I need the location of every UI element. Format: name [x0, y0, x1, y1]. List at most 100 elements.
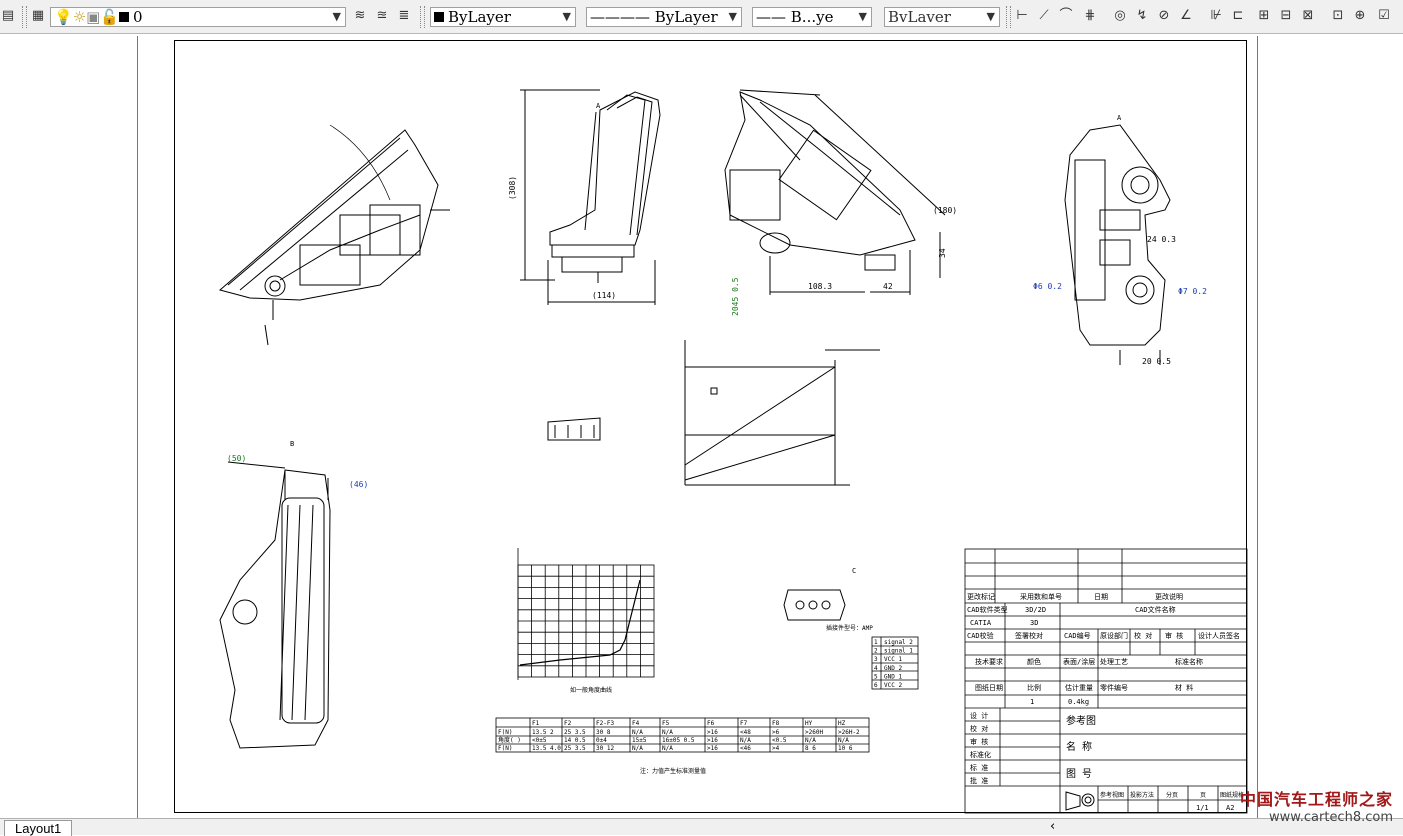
force-table-cell: F(N) — [498, 745, 512, 752]
tb-row3-c2: 3D — [1030, 619, 1038, 627]
force-table-cell: <0.5 — [772, 737, 787, 744]
scroll-left-icon[interactable]: ‹ — [1050, 819, 1055, 835]
force-table-cell: F4 — [632, 720, 640, 727]
pedal-back-view — [1064, 124, 1171, 365]
force-table-cell: 30 8 — [596, 729, 611, 736]
pedal-side-view — [520, 89, 661, 305]
tb-left-label-6: 批 准 — [970, 776, 988, 785]
pin-number: 4 — [874, 665, 878, 672]
tb-left-label-5: 标 准 — [970, 763, 988, 772]
tb-bottom-3: 分页 — [1166, 791, 1178, 799]
force-table-cell: <0±5 — [532, 737, 547, 744]
tb-row4-c4: 原设部门 — [1100, 631, 1128, 640]
tb-row1-c2: 采用数和单号 — [1020, 592, 1062, 601]
tb-row5-c4: 处理工艺 — [1100, 657, 1128, 666]
force-table-cell: >16 — [707, 729, 718, 736]
tb-row1-c4: 更改说明 — [1155, 592, 1183, 601]
tb-ref-label: 参考图 — [1066, 714, 1096, 727]
pin-signal: VCC 2 — [884, 682, 902, 689]
force-table-cell: HY — [805, 720, 813, 727]
force-table-cell: N/A — [805, 737, 816, 744]
tb-row4-c5: 校 对 — [1134, 631, 1152, 640]
tb-row5-c1: 技术要求 — [975, 657, 1003, 666]
force-table-cell: N/A — [740, 737, 751, 744]
view-label-a: A — [596, 102, 601, 110]
dimension-46: (46) — [349, 480, 368, 489]
tb-bottom-4: 页 — [1200, 792, 1206, 799]
force-table-cell: 25 3.5 — [564, 729, 586, 736]
cad-drawing[interactable]: A (308) (114) (180) 108.3 42 34 2045 0.5… — [0, 0, 1403, 834]
tolerance-24: 24 0.3 — [1147, 235, 1176, 244]
force-grid-chart — [517, 548, 655, 680]
tolerance-phi7: Φ7 0.2 — [1178, 287, 1207, 296]
force-table-cell: 25 3.5 — [564, 745, 586, 752]
pedal-isometric-view — [218, 124, 450, 346]
watermark-url: www.cartech8.com — [1269, 810, 1393, 825]
tb-row6-c4: 零件编号 — [1100, 683, 1128, 692]
tb-left-label-3: 审 核 — [970, 737, 988, 746]
force-table-cell: 15±5 — [632, 737, 647, 744]
projection-symbol-icon — [1065, 791, 1095, 811]
tb-scale-value: 1 — [1030, 698, 1034, 706]
tb-row1-c1: 更改标记 — [967, 592, 995, 601]
tolerance-phi6: Φ6 0.2 — [1033, 282, 1062, 291]
title-block: 更改标记 采用数和单号 日期 更改说明 CAD软件类型 3D/2D CAD文件名… — [967, 592, 1244, 812]
tb-row4-c3: CAD编号 — [1064, 631, 1091, 640]
site-watermark: 中国汽车工程师之家 www.cartech8.com — [1240, 786, 1393, 825]
tb-row4-c2: 签署校对 — [1015, 631, 1043, 640]
force-table-cell: HZ — [838, 720, 846, 727]
tb-sheet-value: 1/1 — [1196, 804, 1209, 812]
dimension-34: 34 — [938, 248, 947, 258]
force-table-cell: N/A — [632, 745, 643, 752]
tolerance-20: 20 0.5 — [1142, 357, 1171, 366]
dimension-50: (50) — [227, 454, 246, 463]
tb-row6-c1: 图纸日期 — [975, 683, 1003, 692]
pin-signal: VCC 1 — [884, 656, 902, 663]
bottom-note: 注：力值产生标准测量值 — [640, 767, 706, 775]
dimension-308: (308) — [508, 176, 517, 200]
tb-name-label: 名 称 — [1066, 740, 1092, 753]
tb-left-label-4: 标准化 — [970, 750, 991, 759]
force-table-cell: <46 — [740, 745, 751, 752]
force-table-cell: F8 — [772, 720, 780, 727]
pin-number: 5 — [874, 673, 878, 680]
force-table-cell: F2 — [564, 720, 572, 727]
tb-row3-c1: CATIA — [970, 619, 992, 627]
tb-row5-c6: 标准名称 — [1175, 657, 1203, 666]
view-label-c: C — [852, 567, 856, 575]
tb-left-label-2: 校 对 — [970, 724, 988, 733]
pin-number: 2 — [874, 648, 878, 655]
pin-signal: GND 2 — [884, 665, 902, 672]
force-table-cell: >26H-2 — [838, 729, 860, 736]
force-table-cell: >260H — [805, 729, 823, 736]
tb-row6-c5: 材 料 — [1175, 683, 1193, 692]
force-table-cell: F5 — [662, 720, 670, 727]
pedal-front-view — [724, 89, 946, 295]
pin-number: 6 — [874, 682, 878, 689]
pin-number: 3 — [874, 656, 878, 663]
pin-signal: GND 1 — [884, 673, 902, 680]
title-block-grid — [964, 548, 1248, 814]
tb-row2-c1: CAD软件类型 — [967, 605, 1008, 614]
view-label-a2: A — [1117, 114, 1122, 122]
force-table-cell: F1 — [532, 720, 540, 727]
tb-row6-c3: 估计重量 — [1065, 683, 1093, 692]
pin-number: 1 — [874, 639, 878, 646]
tb-row2-c2: 3D/2D — [1025, 606, 1046, 614]
force-table-cell: 13.5 4.0 — [532, 745, 561, 752]
layout-tab-bar: Layout1 ‹ — [0, 818, 1403, 836]
dimension-114: (114) — [592, 291, 616, 300]
force-table-cell: F(N) — [498, 729, 512, 736]
force-table-cell: 30 12 — [596, 745, 614, 752]
tb-bottom-1: 参考视图 — [1100, 791, 1124, 799]
tb-row4-c7: 设计人员签名 — [1198, 631, 1240, 640]
tb-row5-c3: 表面/涂层 — [1063, 657, 1095, 666]
connector-detail — [547, 417, 846, 621]
force-table-cell: N/A — [838, 737, 849, 744]
pin-table: 1 signal 2 2 signal 1 3 VCC 1 4 GND 2 5 GND 1 6 VCC… — [874, 639, 913, 689]
pin-signal: signal 1 — [884, 648, 913, 655]
signal-characteristic-diagram — [684, 340, 880, 486]
connector-note: 插接件型号：AMP — [826, 624, 873, 632]
tolerance-2045: 2045 0.5 — [731, 277, 740, 316]
force-table-cell: N/A — [632, 729, 643, 736]
